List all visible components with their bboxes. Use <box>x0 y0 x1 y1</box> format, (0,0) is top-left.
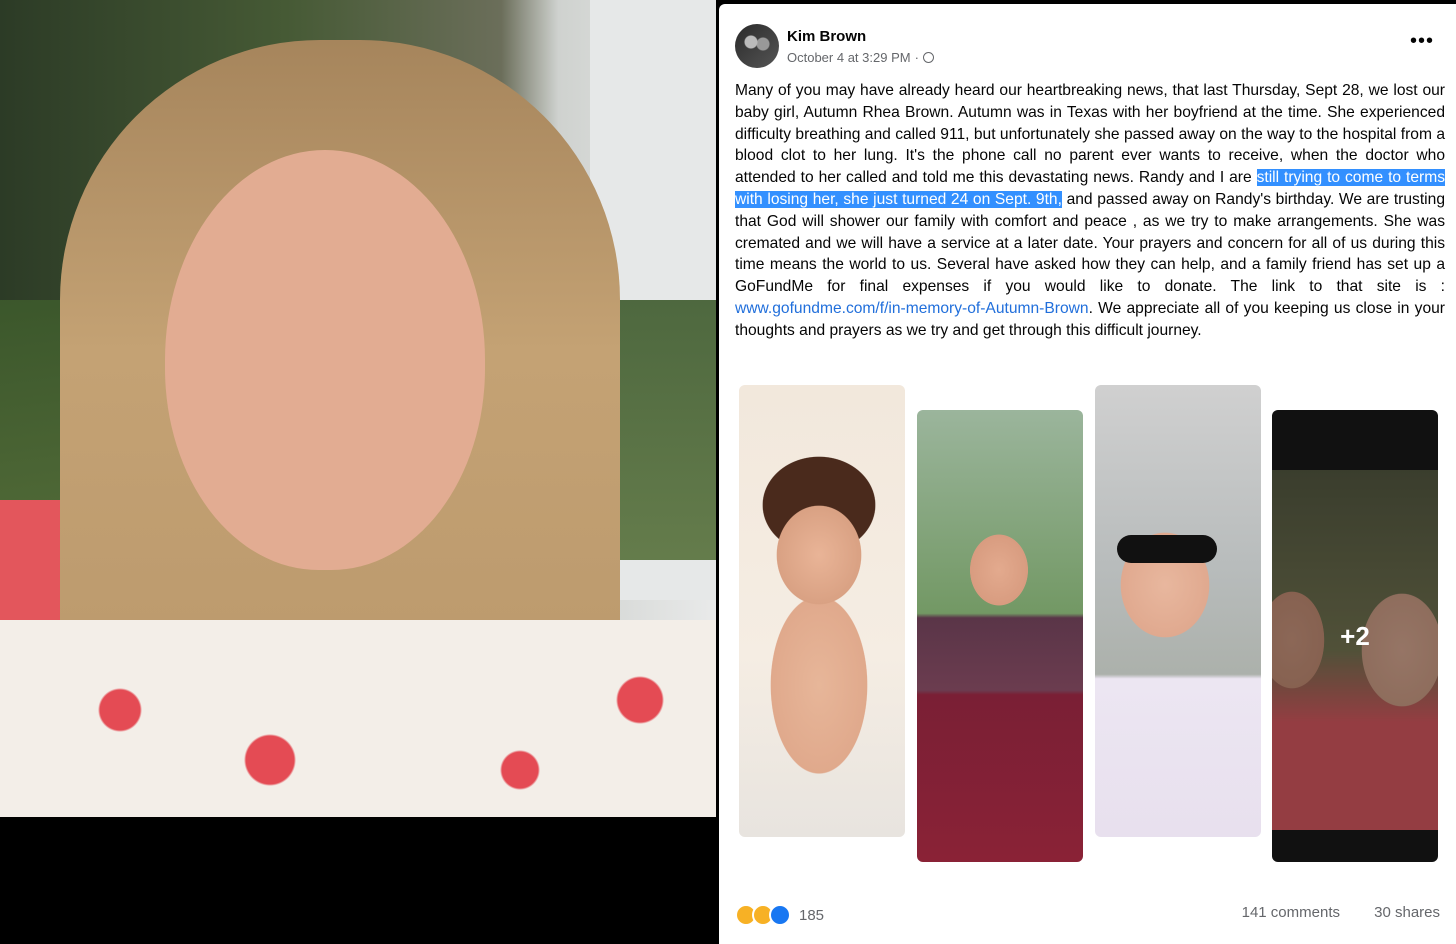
meta-separator: · <box>914 50 919 65</box>
globe-icon <box>922 52 934 63</box>
post-text: Many of you may have already heard our h… <box>735 80 1445 342</box>
photo-floral-shirt <box>0 620 716 817</box>
shared-portrait-photo <box>0 0 716 817</box>
post-photo-dress[interactable] <box>917 410 1083 862</box>
comments-count[interactable]: 141 comments <box>1242 904 1340 921</box>
like-reaction-icon <box>769 904 791 926</box>
reactions-summary[interactable]: 185 <box>735 904 824 926</box>
photo-sunglasses <box>1117 535 1217 563</box>
post-photo-more[interactable]: +2 <box>1272 410 1438 862</box>
post-timestamp[interactable]: October 4 at 3:29 PM <box>787 50 911 65</box>
more-options-icon[interactable]: ••• <box>1410 30 1434 53</box>
gofundme-link[interactable]: www.gofundme.com/f/in-memory-of-Autumn-B… <box>735 300 1089 317</box>
post-footer: 185 141 comments 30 shares <box>735 904 1440 930</box>
post-photo-car-selfie[interactable] <box>1095 385 1261 837</box>
photo-face <box>165 150 485 570</box>
reaction-count[interactable]: 185 <box>799 907 824 924</box>
avatar[interactable] <box>735 24 779 68</box>
more-photos-count[interactable]: +2 <box>1272 410 1438 862</box>
facebook-post: Kim Brown October 4 at 3:29 PM · ••• Man… <box>719 4 1456 944</box>
post-header: Kim Brown October 4 at 3:29 PM · ••• <box>735 24 1440 74</box>
post-photo-baby[interactable] <box>739 385 905 837</box>
shares-count[interactable]: 30 shares <box>1374 904 1440 921</box>
post-meta: October 4 at 3:29 PM · <box>787 50 934 65</box>
post-author[interactable]: Kim Brown <box>787 28 866 45</box>
